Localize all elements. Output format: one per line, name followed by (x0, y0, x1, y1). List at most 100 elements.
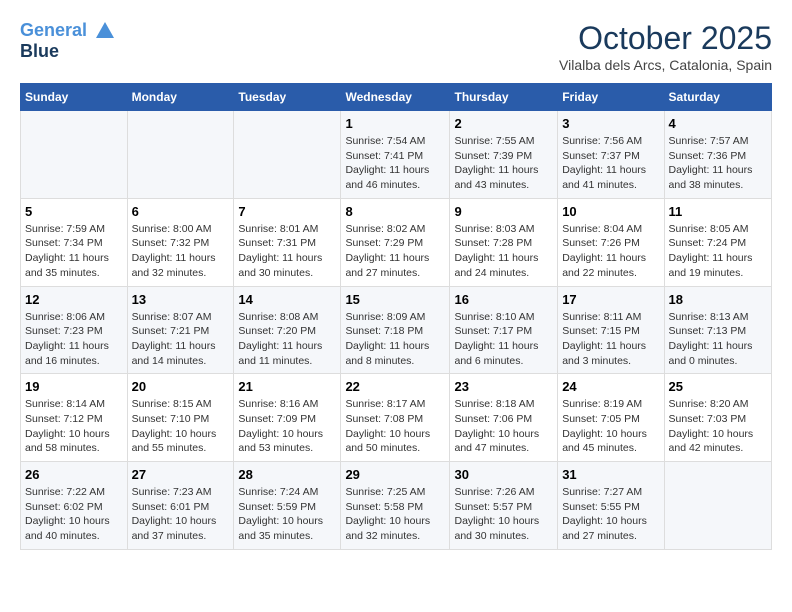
calendar-week-row: 26Sunrise: 7:22 AM Sunset: 6:02 PM Dayli… (21, 462, 772, 550)
day-number: 4 (669, 116, 767, 131)
day-number: 17 (562, 292, 659, 307)
calendar-body: 1 Sunrise: 7:54 AM Sunset: 7:41 PM Daylig… (21, 111, 772, 550)
day-info: Sunrise: 7:25 AM Sunset: 5:58 PM Dayligh… (345, 485, 445, 544)
day-number: 24 (562, 379, 659, 394)
day-info: Sunrise: 7:26 AM Sunset: 5:57 PM Dayligh… (454, 485, 553, 544)
weekday-header-friday: Friday (558, 84, 664, 111)
day-info: Sunrise: 7:24 AM Sunset: 5:59 PM Dayligh… (238, 485, 336, 544)
calendar-cell: 25 Sunrise: 8:20 AM Sunset: 7:03 PM Dayli… (664, 374, 771, 462)
calendar-week-row: 19 Sunrise: 8:14 AM Sunset: 7:12 PM Dayli… (21, 374, 772, 462)
day-info: Sunrise: 8:14 AM Sunset: 7:12 PM Dayligh… (25, 397, 123, 456)
calendar-cell (234, 111, 341, 199)
weekday-header-monday: Monday (127, 84, 234, 111)
day-info: Sunrise: 7:55 AM Sunset: 7:39 PM Dayligh… (454, 134, 553, 193)
day-number: 14 (238, 292, 336, 307)
day-number: 7 (238, 204, 336, 219)
calendar-cell: 12 Sunrise: 8:06 AM Sunset: 7:23 PM Dayli… (21, 286, 128, 374)
day-info: Sunrise: 8:10 AM Sunset: 7:17 PM Dayligh… (454, 310, 553, 369)
day-info: Sunrise: 8:00 AM Sunset: 7:32 PM Dayligh… (132, 222, 230, 281)
day-info: Sunrise: 8:16 AM Sunset: 7:09 PM Dayligh… (238, 397, 336, 456)
calendar-cell: 18Sunrise: 8:13 AM Sunset: 7:13 PM Dayli… (664, 286, 771, 374)
calendar-cell: 23 Sunrise: 8:18 AM Sunset: 7:06 PM Dayli… (450, 374, 558, 462)
day-number: 10 (562, 204, 659, 219)
day-number: 30 (454, 467, 553, 482)
calendar-cell: 16 Sunrise: 8:10 AM Sunset: 7:17 PM Dayli… (450, 286, 558, 374)
calendar-cell: 19 Sunrise: 8:14 AM Sunset: 7:12 PM Dayli… (21, 374, 128, 462)
day-info: Sunrise: 8:17 AM Sunset: 7:08 PM Dayligh… (345, 397, 445, 456)
day-number: 9 (454, 204, 553, 219)
day-number: 20 (132, 379, 230, 394)
calendar-cell (127, 111, 234, 199)
calendar-cell: 11Sunrise: 8:05 AM Sunset: 7:24 PM Dayli… (664, 198, 771, 286)
day-number: 1 (345, 116, 445, 131)
page-header: General Blue October 2025 Vilalba dels A… (20, 20, 772, 73)
calendar-header: SundayMondayTuesdayWednesdayThursdayFrid… (21, 84, 772, 111)
calendar-cell (664, 462, 771, 550)
calendar-cell: 31Sunrise: 7:27 AM Sunset: 5:55 PM Dayli… (558, 462, 664, 550)
day-number: 26 (25, 467, 123, 482)
calendar-week-row: 12 Sunrise: 8:06 AM Sunset: 7:23 PM Dayli… (21, 286, 772, 374)
day-info: Sunrise: 7:56 AM Sunset: 7:37 PM Dayligh… (562, 134, 659, 193)
day-number: 3 (562, 116, 659, 131)
day-number: 23 (454, 379, 553, 394)
day-info: Sunrise: 8:04 AM Sunset: 7:26 PM Dayligh… (562, 222, 659, 281)
calendar-cell: 21 Sunrise: 8:16 AM Sunset: 7:09 PM Dayli… (234, 374, 341, 462)
day-info: Sunrise: 7:23 AM Sunset: 6:01 PM Dayligh… (132, 485, 230, 544)
day-info: Sunrise: 8:07 AM Sunset: 7:21 PM Dayligh… (132, 310, 230, 369)
calendar-cell: 29 Sunrise: 7:25 AM Sunset: 5:58 PM Dayli… (341, 462, 450, 550)
calendar-cell: 5Sunrise: 7:59 AM Sunset: 7:34 PM Daylig… (21, 198, 128, 286)
calendar-cell: 27 Sunrise: 7:23 AM Sunset: 6:01 PM Dayli… (127, 462, 234, 550)
title-block: October 2025 Vilalba dels Arcs, Cataloni… (559, 20, 772, 73)
weekday-header-saturday: Saturday (664, 84, 771, 111)
day-info: Sunrise: 8:05 AM Sunset: 7:24 PM Dayligh… (669, 222, 767, 281)
day-info: Sunrise: 7:57 AM Sunset: 7:36 PM Dayligh… (669, 134, 767, 193)
calendar-week-row: 5Sunrise: 7:59 AM Sunset: 7:34 PM Daylig… (21, 198, 772, 286)
calendar-cell: 30 Sunrise: 7:26 AM Sunset: 5:57 PM Dayli… (450, 462, 558, 550)
day-number: 29 (345, 467, 445, 482)
month-title: October 2025 (559, 20, 772, 57)
day-number: 13 (132, 292, 230, 307)
calendar-cell: 6 Sunrise: 8:00 AM Sunset: 7:32 PM Daylig… (127, 198, 234, 286)
day-number: 6 (132, 204, 230, 219)
day-info: Sunrise: 8:09 AM Sunset: 7:18 PM Dayligh… (345, 310, 445, 369)
calendar-cell: 9 Sunrise: 8:03 AM Sunset: 7:28 PM Daylig… (450, 198, 558, 286)
calendar-cell: 17Sunrise: 8:11 AM Sunset: 7:15 PM Dayli… (558, 286, 664, 374)
day-number: 19 (25, 379, 123, 394)
logo: General Blue (20, 20, 116, 62)
day-number: 25 (669, 379, 767, 394)
day-number: 15 (345, 292, 445, 307)
calendar-cell: 26Sunrise: 7:22 AM Sunset: 6:02 PM Dayli… (21, 462, 128, 550)
calendar-cell: 3 Sunrise: 7:56 AM Sunset: 7:37 PM Daylig… (558, 111, 664, 199)
calendar-cell: 14 Sunrise: 8:08 AM Sunset: 7:20 PM Dayli… (234, 286, 341, 374)
calendar-cell: 22 Sunrise: 8:17 AM Sunset: 7:08 PM Dayli… (341, 374, 450, 462)
day-number: 12 (25, 292, 123, 307)
calendar-cell: 7Sunrise: 8:01 AM Sunset: 7:31 PM Daylig… (234, 198, 341, 286)
calendar-table: SundayMondayTuesdayWednesdayThursdayFrid… (20, 83, 772, 550)
day-info: Sunrise: 7:54 AM Sunset: 7:41 PM Dayligh… (345, 134, 445, 193)
calendar-cell: 10 Sunrise: 8:04 AM Sunset: 7:26 PM Dayli… (558, 198, 664, 286)
weekday-header-thursday: Thursday (450, 84, 558, 111)
day-info: Sunrise: 8:18 AM Sunset: 7:06 PM Dayligh… (454, 397, 553, 456)
day-number: 22 (345, 379, 445, 394)
day-info: Sunrise: 8:20 AM Sunset: 7:03 PM Dayligh… (669, 397, 767, 456)
day-number: 21 (238, 379, 336, 394)
calendar-cell: 20Sunrise: 8:15 AM Sunset: 7:10 PM Dayli… (127, 374, 234, 462)
day-number: 2 (454, 116, 553, 131)
calendar-cell: 24 Sunrise: 8:19 AM Sunset: 7:05 PM Dayli… (558, 374, 664, 462)
calendar-cell: 13 Sunrise: 8:07 AM Sunset: 7:21 PM Dayli… (127, 286, 234, 374)
day-number: 31 (562, 467, 659, 482)
calendar-cell: 4 Sunrise: 7:57 AM Sunset: 7:36 PM Daylig… (664, 111, 771, 199)
weekday-header-tuesday: Tuesday (234, 84, 341, 111)
calendar-cell: 1 Sunrise: 7:54 AM Sunset: 7:41 PM Daylig… (341, 111, 450, 199)
day-info: Sunrise: 8:19 AM Sunset: 7:05 PM Dayligh… (562, 397, 659, 456)
calendar-cell: 2 Sunrise: 7:55 AM Sunset: 7:39 PM Daylig… (450, 111, 558, 199)
day-info: Sunrise: 8:03 AM Sunset: 7:28 PM Dayligh… (454, 222, 553, 281)
day-number: 16 (454, 292, 553, 307)
day-info: Sunrise: 8:02 AM Sunset: 7:29 PM Dayligh… (345, 222, 445, 281)
day-info: Sunrise: 8:08 AM Sunset: 7:20 PM Dayligh… (238, 310, 336, 369)
day-number: 27 (132, 467, 230, 482)
day-info: Sunrise: 8:13 AM Sunset: 7:13 PM Dayligh… (669, 310, 767, 369)
day-number: 28 (238, 467, 336, 482)
day-info: Sunrise: 8:06 AM Sunset: 7:23 PM Dayligh… (25, 310, 123, 369)
calendar-cell (21, 111, 128, 199)
